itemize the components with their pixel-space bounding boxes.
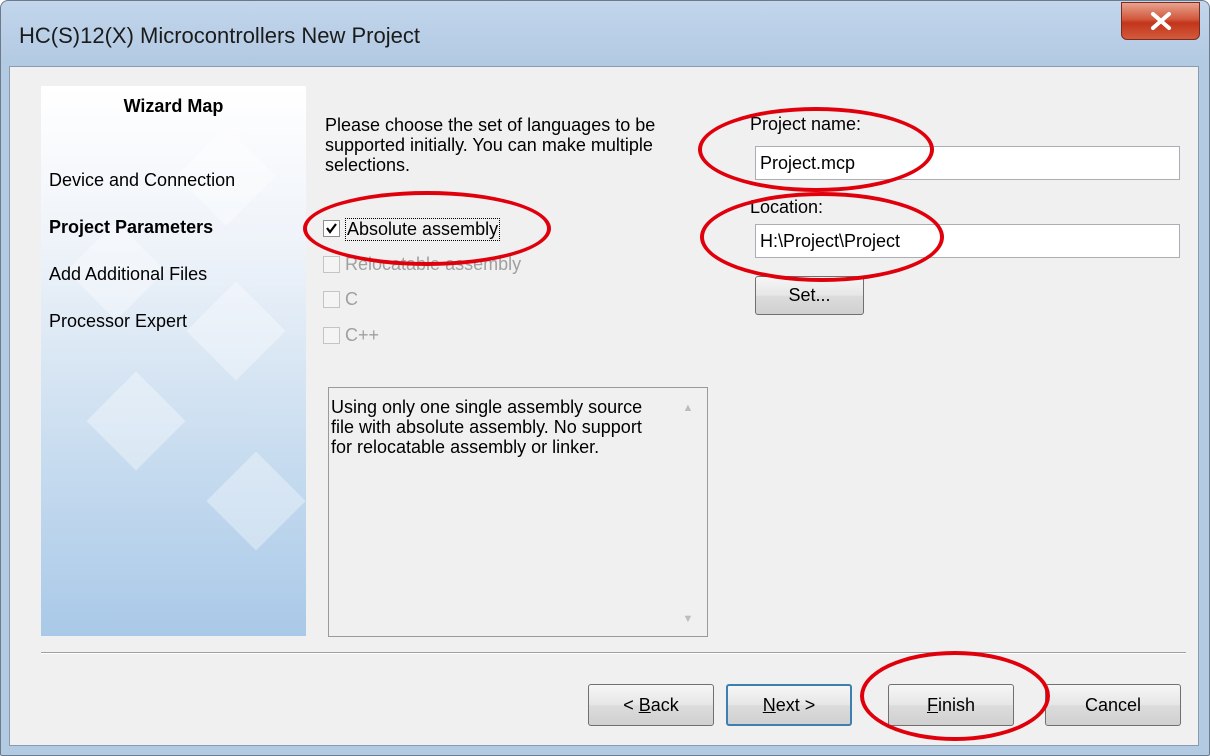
decorative-diamond [186,281,286,381]
cancel-button[interactable]: Cancel [1045,684,1181,726]
next-mnemonic: N [762,694,776,715]
wizard-step-additional-files: Add Additional Files [49,264,208,284]
description-textbox[interactable]: Using only one single assembly source fi… [328,387,708,637]
languages-prompt-line3: selections. [325,155,411,175]
checkbox-label: C++ [345,325,380,345]
set-location-button[interactable]: Set... [755,276,864,315]
finish-mnemonic: F [926,694,938,715]
wizard-map-title: Wizard Map [123,96,224,116]
wizard-step-processor-expert: Processor Expert [49,311,188,331]
project-name-label: Project name: [750,114,862,134]
window-title: HC(S)12(X) Microcontrollers New Project [19,23,420,48]
close-button[interactable] [1121,2,1200,40]
wizard-map-panel: Wizard Map Device and Connection Project… [41,86,306,636]
description-text: Using only one single assembly source fi… [331,397,643,457]
back-prefix: < [623,694,639,715]
finish-button[interactable]: Finish [888,684,1014,726]
checkbox-label: Relocatable assembly [345,254,522,274]
wizard-step-device-connection: Device and Connection [49,170,236,190]
checkbox-label: Absolute assembly [345,218,501,241]
next-rest: ext > [775,694,816,715]
location-field[interactable] [755,224,1180,258]
back-button[interactable]: < Back [588,684,714,726]
close-x-icon [1151,12,1171,30]
checkmark-icon [326,223,337,234]
wizard-step-project-parameters: Project Parameters [49,217,214,237]
project-name-field[interactable] [755,146,1180,180]
button-separator [41,652,1186,654]
dialog-window: HC(S)12(X) Microcontrollers New Project … [0,0,1210,756]
checkbox-box [323,256,340,273]
dialog-client-area: Wizard Map Device and Connection Project… [9,66,1199,746]
checkbox-box [323,327,340,344]
checkbox-label: C [345,289,358,309]
location-label: Location: [750,197,824,217]
checkbox-box [323,291,340,308]
title-bar[interactable]: HC(S)12(X) Microcontrollers New Project [1,1,1209,65]
languages-prompt-line1: Please choose the set of languages to be [325,115,656,135]
next-button[interactable]: Next > [726,684,852,726]
decorative-diamond [86,371,186,471]
decorative-diamond [206,451,306,551]
back-mnemonic: B [638,694,651,715]
finish-rest: inish [937,694,976,715]
project-name-input[interactable] [756,147,1179,179]
scroll-up-arrow-icon[interactable]: ▲ [681,402,695,414]
back-rest: ack [650,694,679,715]
location-input[interactable] [756,225,1179,257]
scroll-down-arrow-icon[interactable]: ▼ [681,613,695,625]
checkbox-box[interactable] [323,220,340,237]
languages-prompt-line2: supported initially. You can make multip… [325,135,653,155]
